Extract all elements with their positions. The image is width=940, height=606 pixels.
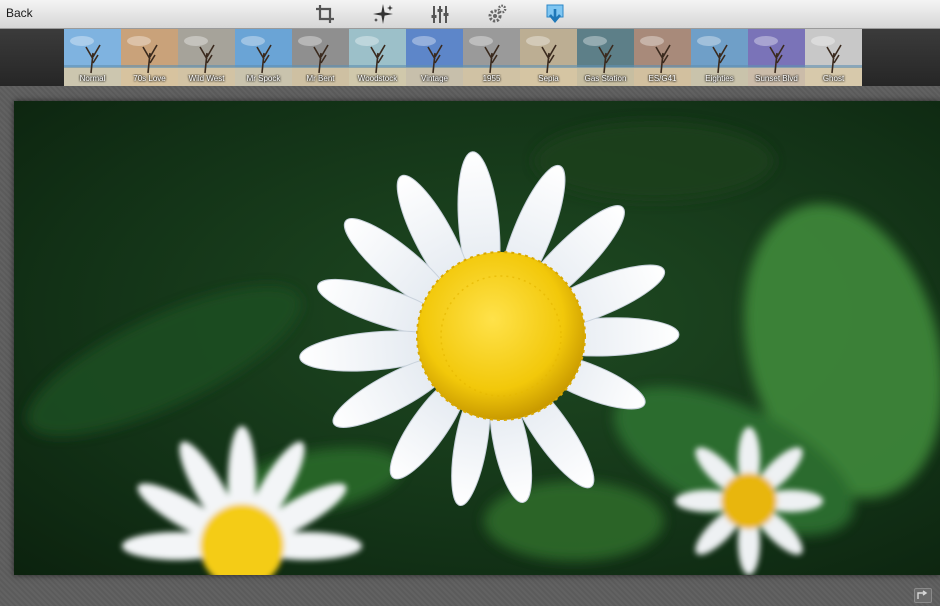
filter-label: Sepia (538, 74, 559, 83)
filter-thumb[interactable]: Sunset Blvd (748, 29, 805, 86)
effects-sparkle-icon (373, 4, 393, 24)
effects-tool-button[interactable] (371, 2, 395, 26)
filter-thumb[interactable]: Vintage (406, 29, 463, 86)
daisy-photo (14, 101, 940, 575)
photo-canvas (14, 101, 940, 575)
filter-label: 70s Love (133, 74, 166, 83)
filter-label: Mr Bent (306, 74, 335, 83)
filter-thumb[interactable]: Gas Station (577, 29, 634, 86)
filter-label: Gas Station (584, 74, 627, 83)
filter-list: Normal 70s Love Wild West Mr Spock Mr Bent Wo… (64, 29, 862, 86)
filter-thumb[interactable]: Mr Bent (292, 29, 349, 86)
filter-thumb[interactable]: Mr Spock (235, 29, 292, 86)
filter-label: Vintage (421, 74, 448, 83)
share-icon (917, 590, 928, 599)
filter-thumb[interactable]: 1955 (463, 29, 520, 86)
filter-thumb[interactable]: Normal (64, 29, 121, 86)
crop-tool-button[interactable] (313, 2, 337, 26)
filter-label: Woodstock (357, 74, 398, 83)
top-toolbar: Back (0, 0, 940, 29)
filter-thumb[interactable]: Sepia (520, 29, 577, 86)
filter-label: ES/G41 (648, 74, 677, 83)
settings-gears-icon (488, 4, 507, 23)
filter-label: Eighties (705, 74, 734, 83)
filter-label: Sunset Blvd (755, 74, 798, 83)
filter-label: 1955 (482, 74, 501, 83)
filter-thumb[interactable]: ES/G41 (634, 29, 691, 86)
filter-thumb[interactable]: Wild West (178, 29, 235, 86)
save-download-icon (546, 4, 564, 24)
filter-thumb[interactable]: Woodstock (349, 29, 406, 86)
adjust-tool-button[interactable] (428, 2, 452, 26)
settings-tool-button[interactable] (485, 2, 509, 26)
filter-label: Wild West (188, 74, 225, 83)
adjust-sliders-icon (431, 6, 449, 23)
filter-thumb[interactable]: Eighties (691, 29, 748, 86)
filter-thumb[interactable]: Ghost (805, 29, 862, 86)
filter-thumb[interactable]: 70s Love (121, 29, 178, 86)
filter-label: Normal (79, 74, 106, 83)
back-button[interactable]: Back (6, 6, 33, 20)
filter-label: Ghost (822, 74, 845, 83)
share-button[interactable] (914, 588, 932, 603)
crop-icon (316, 5, 334, 23)
filter-strip: Normal 70s Love Wild West Mr Spock Mr Bent Wo… (0, 29, 940, 86)
filter-label: Mr Spock (246, 74, 281, 83)
save-tool-button[interactable] (543, 2, 567, 26)
